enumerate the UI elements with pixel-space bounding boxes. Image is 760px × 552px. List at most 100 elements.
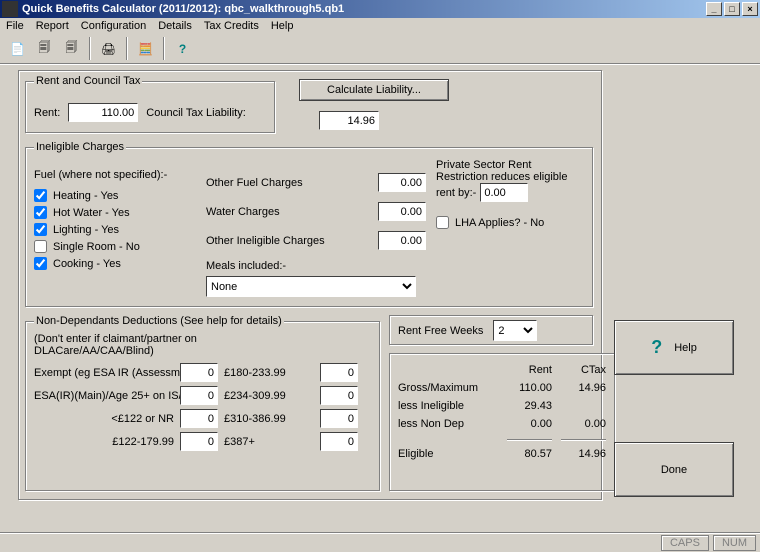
hotwater-label: Hot Water - Yes: [53, 207, 130, 219]
summary-eligible-ctax: 14.96: [556, 448, 606, 460]
menu-tax-credits[interactable]: Tax Credits: [204, 20, 259, 32]
help-button[interactable]: ? Help: [614, 320, 734, 375]
nondep-band2-input[interactable]: [320, 386, 358, 405]
help-icon: ?: [651, 337, 662, 358]
summary-eligible-rent: 80.57: [502, 448, 552, 460]
summary-nd-rent: 0.00: [502, 418, 552, 430]
status-num: NUM: [713, 535, 756, 551]
calculate-liability-button[interactable]: Calculate Liability...: [299, 79, 449, 101]
other-inel-input[interactable]: [378, 231, 426, 250]
other-inel-label: Other Ineligible Charges: [206, 235, 325, 247]
summary-gross-label: Gross/Maximum: [398, 382, 498, 394]
rent-input[interactable]: [68, 103, 138, 122]
psr-label-2: Restriction reduces eligible: [436, 171, 586, 183]
rfw-select[interactable]: 2: [493, 320, 537, 341]
ineligible-group: Ineligible Charges Fuel (where not speci…: [25, 141, 593, 307]
toolbar-help-icon[interactable]: ?: [171, 37, 194, 60]
nondep-band-label: £310-386.99: [224, 413, 314, 425]
app-icon: [2, 1, 18, 17]
ineligible-legend: Ineligible Charges: [34, 141, 126, 153]
nondep-band3-input[interactable]: [320, 409, 358, 428]
menu-file[interactable]: File: [6, 20, 24, 32]
title-bar: Quick Benefits Calculator (2011/2012): q…: [0, 0, 760, 18]
done-button[interactable]: Done: [614, 442, 734, 497]
other-fuel-label: Other Fuel Charges: [206, 177, 303, 189]
toolbar-divider: [163, 37, 165, 60]
ct-liability-input[interactable]: [319, 111, 379, 130]
menu-bar: File Report Configuration Details Tax Cr…: [0, 18, 760, 34]
toolbar-docs-icon[interactable]: 🗐: [33, 37, 56, 60]
singleroom-checkbox[interactable]: [34, 240, 47, 253]
toolbar-divider: [89, 37, 91, 60]
nondep-note-1: (Don't enter if claimant/partner on: [34, 333, 371, 345]
rent-ct-legend: Rent and Council Tax: [34, 75, 142, 87]
summary-gross-rent: 110.00: [502, 382, 552, 394]
summary-inel-ctax: [556, 400, 606, 412]
menu-details[interactable]: Details: [158, 20, 192, 32]
nondep-exempt-input[interactable]: [180, 363, 218, 382]
cooking-checkbox[interactable]: [34, 257, 47, 270]
status-bar: CAPS NUM: [0, 532, 760, 552]
nondep-band-label: £234-309.99: [224, 390, 314, 402]
maximize-button[interactable]: □: [724, 2, 740, 16]
help-button-label: Help: [674, 342, 697, 354]
nondep-band1-input[interactable]: [320, 363, 358, 382]
toolbar-new-icon[interactable]: 📄: [6, 37, 29, 60]
ct-label: Council Tax Liability:: [146, 107, 216, 119]
menu-report[interactable]: Report: [36, 20, 69, 32]
nondep-esa-input[interactable]: [180, 386, 218, 405]
summary-inel-label: less Ineligible: [398, 400, 498, 412]
lighting-label: Lighting - Yes: [53, 224, 119, 236]
water-input[interactable]: [378, 202, 426, 221]
menu-configuration[interactable]: Configuration: [81, 20, 146, 32]
meals-select[interactable]: None: [206, 276, 416, 297]
lha-checkbox[interactable]: [436, 216, 449, 229]
summary-group: Rent CTax Gross/Maximum 110.00 14.96 les…: [389, 353, 615, 491]
fuel-note-label: Fuel (where not specified):-: [34, 169, 199, 181]
summary-eligible-label: Eligible: [398, 448, 498, 460]
nondep-lt122-input[interactable]: [180, 409, 218, 428]
toolbar: 📄 🗐 🗐 🖨 🧮 ?: [0, 34, 760, 64]
toolbar-divider: [126, 37, 128, 60]
nondep-row-label: Exempt (eg ESA IR (Assessment)): [34, 367, 174, 379]
toolbar-copy-icon[interactable]: 🗐: [60, 37, 83, 60]
close-button[interactable]: ×: [742, 2, 758, 16]
main-panel: Rent and Council Tax Rent: Council Tax L…: [18, 70, 602, 500]
nondep-band-label: £180-233.99: [224, 367, 314, 379]
nondep-band4-input[interactable]: [320, 432, 358, 451]
summary-header-ctax: CTax: [556, 364, 606, 376]
nondep-row-label: £122-179.99: [34, 436, 174, 448]
toolbar-print-icon[interactable]: 🖨: [97, 37, 120, 60]
nondep-legend: Non-Dependants Deductions (See help for …: [34, 315, 284, 327]
water-label: Water Charges: [206, 206, 280, 218]
hotwater-checkbox[interactable]: [34, 206, 47, 219]
summary-nd-ctax: 0.00: [556, 418, 606, 430]
nondep-row-label: <£122 or NR: [34, 413, 174, 425]
summary-header-rent: Rent: [502, 364, 552, 376]
singleroom-label: Single Room - No: [53, 241, 140, 253]
other-fuel-input[interactable]: [378, 173, 426, 192]
menu-help[interactable]: Help: [271, 20, 294, 32]
rent-label: Rent:: [34, 107, 60, 119]
lha-label: LHA Applies? - No: [455, 217, 544, 229]
rent-ct-group: Rent and Council Tax Rent: Council Tax L…: [25, 75, 275, 133]
summary-gross-ctax: 14.96: [556, 382, 606, 394]
rfw-group: Rent Free Weeks 2: [389, 315, 593, 345]
cooking-label: Cooking - Yes: [53, 258, 121, 270]
meals-label: Meals included:-: [206, 260, 426, 272]
nondep-note-2: DLACare/AA/CAA/Blind): [34, 345, 371, 357]
status-caps: CAPS: [661, 535, 709, 551]
psr-label-3: rent by:-: [436, 187, 476, 199]
nondep-122-179-input[interactable]: [180, 432, 218, 451]
lighting-checkbox[interactable]: [34, 223, 47, 236]
nondep-band-label: £387+: [224, 436, 314, 448]
heating-checkbox[interactable]: [34, 189, 47, 202]
window-title: Quick Benefits Calculator (2011/2012): q…: [22, 3, 706, 15]
psr-label-1: Private Sector Rent: [436, 159, 586, 171]
nondep-row-label: ESA(IR)(Main)/Age 25+ on IS/IBJSA: [34, 390, 174, 402]
rfw-label: Rent Free Weeks: [398, 325, 483, 337]
minimize-button[interactable]: _: [706, 2, 722, 16]
psr-input[interactable]: [480, 183, 528, 202]
summary-nd-label: less Non Dep: [398, 418, 498, 430]
toolbar-calc-icon[interactable]: 🧮: [134, 37, 157, 60]
